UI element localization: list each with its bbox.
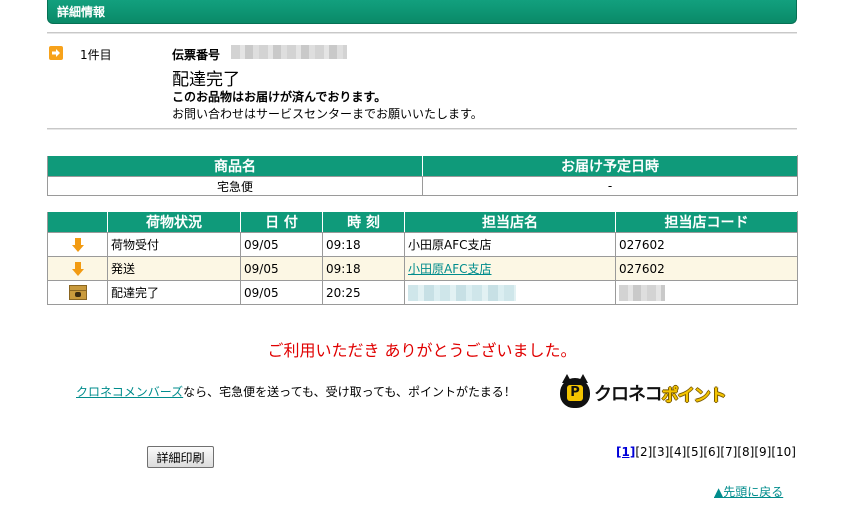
header-store: 担当店名 bbox=[404, 211, 616, 233]
store-cell: 小田原AFC支店 bbox=[404, 232, 616, 257]
date-cell: 09/05 bbox=[240, 280, 323, 305]
black-cat-icon: P bbox=[560, 374, 590, 408]
item-count: 1件目 bbox=[80, 48, 112, 62]
product-name-cell: 宅急便 bbox=[47, 176, 423, 196]
page-link[interactable]: [6] bbox=[703, 445, 720, 459]
time-cell: 20:25 bbox=[322, 280, 405, 305]
product-row: 宅急便 - bbox=[47, 176, 798, 196]
tracking-table-header: 荷物状況 日 付 時 刻 担当店名 担当店コード bbox=[47, 211, 798, 233]
header-product-name: 商品名 bbox=[47, 155, 423, 177]
page-link-current[interactable]: [1] bbox=[616, 445, 635, 459]
store-link[interactable]: 小田原AFC支店 bbox=[408, 262, 492, 276]
table-row: 配達完了 09/05 20:25 bbox=[47, 280, 798, 305]
section-title: 詳細情報 bbox=[57, 5, 106, 19]
product-table-header: 商品名 お届け予定日時 bbox=[47, 155, 798, 177]
status-cell: 発送 bbox=[107, 256, 241, 281]
page-link[interactable]: [3] bbox=[652, 445, 669, 459]
promo-line: クロネコメンバーズなら、宅急便を送っても、受け取っても、ポイントがたまる！ bbox=[76, 383, 516, 400]
time-cell: 09:18 bbox=[322, 232, 405, 257]
table-row: 発送 09/05 09:18 小田原AFC支店 027602 bbox=[47, 256, 798, 281]
kuroneko-members-link[interactable]: クロネコメンバーズ bbox=[76, 385, 183, 399]
product-table: 商品名 お届け予定日時 宅急便 - bbox=[47, 155, 798, 196]
header-time: 時 刻 bbox=[322, 211, 405, 233]
page-link[interactable]: [9] bbox=[754, 445, 771, 459]
print-details-button[interactable]: 詳細印刷 bbox=[147, 446, 214, 468]
header-delivery-date: お届け予定日時 bbox=[422, 155, 798, 177]
page-link[interactable]: [2] bbox=[635, 445, 652, 459]
header-store-code: 担当店コード bbox=[615, 211, 798, 233]
time-cell: 09:18 bbox=[322, 256, 405, 281]
page-link[interactable]: [8] bbox=[737, 445, 754, 459]
table-row: 荷物受付 09/05 09:18 小田原AFC支店 027602 bbox=[47, 232, 798, 257]
status-cell: 荷物受付 bbox=[107, 232, 241, 257]
down-arrow-icon bbox=[71, 261, 84, 276]
promo-text: なら、宅急便を送っても、受け取っても、ポイントがたまる！ bbox=[183, 385, 516, 399]
back-to-top-link[interactable]: ▲先頭に戻る bbox=[714, 483, 783, 500]
divider-middle bbox=[47, 128, 797, 130]
delivery-status-title: 配達完了 bbox=[172, 70, 240, 90]
header-status: 荷物状況 bbox=[107, 211, 241, 233]
down-arrow-icon bbox=[71, 237, 84, 252]
delivery-status-message: このお品物はお届けが済んでおります。 bbox=[172, 90, 387, 104]
divider-top bbox=[47, 32, 797, 34]
tracking-table: 荷物状況 日 付 時 刻 担当店名 担当店コード 荷物受付 09/05 09:1… bbox=[47, 211, 798, 305]
status-cell: 配達完了 bbox=[107, 280, 241, 305]
slip-number-label: 伝票番号 bbox=[172, 48, 221, 62]
kuroneko-point-logo: P クロネコ ポイント bbox=[560, 374, 727, 409]
delivery-date-cell: - bbox=[422, 176, 798, 196]
store-code-cell-redacted bbox=[615, 280, 798, 305]
slip-number-redacted bbox=[231, 45, 347, 59]
store-code-cell: 027602 bbox=[615, 256, 798, 281]
header-icon bbox=[47, 211, 108, 233]
store-code-cell: 027602 bbox=[615, 232, 798, 257]
pager: [1][2][3][4][5][6][7][8][9][10] bbox=[616, 445, 796, 459]
contact-note: お問い合わせはサービスセンターまでお願いいたします。 bbox=[172, 107, 483, 121]
page-link[interactable]: [4] bbox=[669, 445, 686, 459]
date-cell: 09/05 bbox=[240, 256, 323, 281]
page-link[interactable]: [10] bbox=[771, 445, 796, 459]
header-date: 日 付 bbox=[240, 211, 323, 233]
page-link[interactable]: [7] bbox=[720, 445, 737, 459]
logo-word-point: ポイント bbox=[661, 385, 727, 406]
store-cell-redacted bbox=[404, 280, 616, 305]
thanks-message: ご利用いただき ありがとうございました。 bbox=[267, 341, 577, 360]
package-icon bbox=[68, 285, 87, 300]
date-cell: 09/05 bbox=[240, 232, 323, 257]
arrow-right-icon bbox=[49, 46, 63, 60]
logo-word-kuroneko: クロネコ bbox=[594, 384, 663, 405]
page-link[interactable]: [5] bbox=[686, 445, 703, 459]
section-header: 詳細情報 bbox=[47, 0, 797, 24]
